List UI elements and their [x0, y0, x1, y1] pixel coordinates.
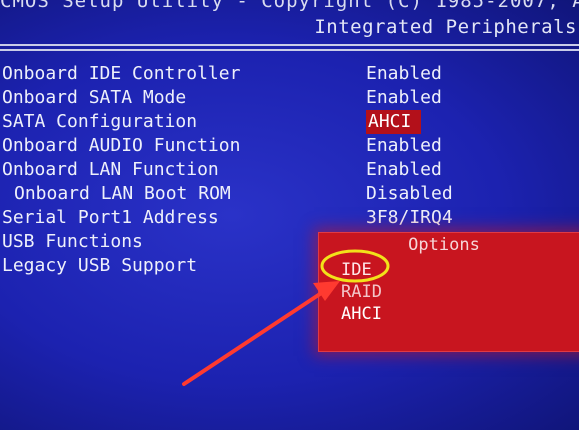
setting-label: Onboard SATA Mode — [2, 87, 187, 108]
setting-label: SATA Configuration — [2, 111, 198, 132]
setting-label: Serial Port1 Address — [2, 207, 219, 228]
setting-label: Onboard LAN Function — [2, 159, 219, 180]
setting-value[interactable]: Disabled — [366, 182, 453, 206]
setting-label: Legacy USB Support — [2, 255, 198, 276]
option-ahci[interactable]: AHCI — [341, 303, 382, 325]
setting-value[interactable]: Enabled — [366, 62, 442, 86]
page-title: Integrated Peripherals — [314, 16, 577, 38]
setting-row-onboard-lan-function[interactable]: Onboard LAN Function Enabled — [0, 158, 579, 182]
setting-value[interactable]: 3F8/IRQ4 — [366, 206, 453, 230]
header-divider — [0, 44, 579, 46]
header-divider — [0, 49, 579, 51]
setting-value-selected[interactable]: AHCI — [366, 110, 422, 134]
setting-row-onboard-ide-controller[interactable]: Onboard IDE Controller Enabled — [0, 62, 579, 86]
option-ide[interactable]: IDE — [341, 259, 372, 281]
setting-value[interactable]: Enabled — [366, 134, 442, 158]
setting-row-onboard-audio-function[interactable]: Onboard AUDIO Function Enabled — [0, 134, 579, 158]
bios-title-bar: CMOS Setup Utility - Copyright (C) 1985-… — [0, 0, 579, 12]
bios-screen: CMOS Setup Utility - Copyright (C) 1985-… — [0, 0, 579, 430]
annotation-arrow-icon — [182, 281, 340, 386]
setting-row-sata-configuration[interactable]: SATA Configuration AHCI — [0, 110, 579, 134]
setting-label: USB Functions — [2, 231, 143, 252]
options-popup-title: Options — [408, 235, 480, 255]
setting-row-onboard-sata-mode[interactable]: Onboard SATA Mode Enabled — [0, 86, 579, 110]
setting-value[interactable]: Enabled — [366, 86, 442, 110]
setting-label: Onboard AUDIO Function — [2, 135, 241, 156]
option-raid[interactable]: RAID — [341, 281, 382, 303]
setting-label: Onboard LAN Boot ROM — [14, 183, 231, 204]
options-popup[interactable]: Options IDE RAID AHCI — [318, 232, 579, 352]
setting-value[interactable]: Enabled — [366, 158, 442, 182]
setting-row-serial-port1-address[interactable]: Serial Port1 Address 3F8/IRQ4 — [0, 206, 579, 230]
setting-label: Onboard IDE Controller — [2, 63, 241, 84]
setting-row-onboard-lan-boot-rom[interactable]: Onboard LAN Boot ROM Disabled — [0, 182, 579, 206]
